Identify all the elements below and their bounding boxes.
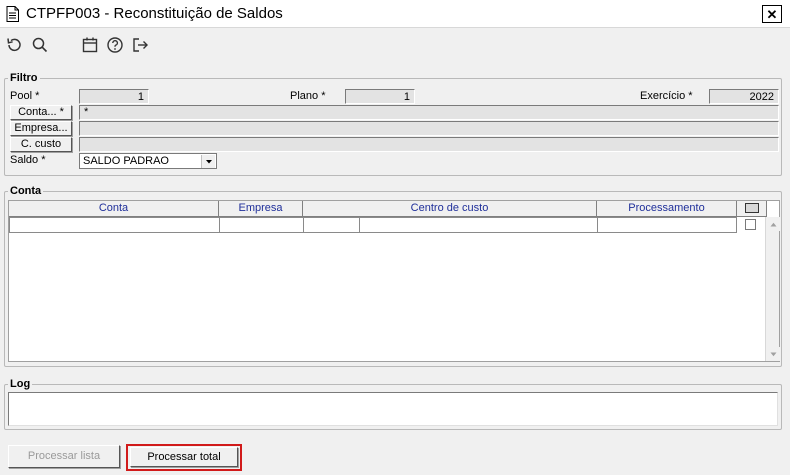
conta-button-label: Conta... * xyxy=(18,106,64,118)
exercicio-label: Exercício * xyxy=(640,90,693,102)
exercicio-field: 2022 xyxy=(709,89,779,104)
empresa-button-label: Empresa... xyxy=(14,122,68,134)
processar-lista-label: Processar lista xyxy=(27,450,101,462)
column-header-centro-custo[interactable]: Centro de custo xyxy=(303,201,597,217)
grid-scrollbar[interactable] xyxy=(765,217,780,361)
cell-empresa[interactable] xyxy=(219,217,304,233)
processar-total-button[interactable]: Processar total xyxy=(130,447,238,467)
pool-field: 1 xyxy=(79,89,149,104)
ccusto-button-label: C. custo xyxy=(20,138,62,150)
log-textarea[interactable] xyxy=(8,392,778,426)
cell-processamento[interactable] xyxy=(597,217,737,233)
toolbar xyxy=(0,29,790,61)
column-header-empresa[interactable]: Empresa xyxy=(219,201,303,217)
undo-icon[interactable] xyxy=(4,35,24,55)
filtro-group-label: Filtro xyxy=(8,72,40,84)
processar-lista-button[interactable]: Processar lista xyxy=(8,445,120,468)
row-checkbox[interactable] xyxy=(745,219,756,230)
help-icon[interactable] xyxy=(105,35,125,55)
cell-conta[interactable] xyxy=(9,217,220,233)
scroll-down-icon[interactable] xyxy=(766,347,780,361)
window-title: CTPFP003 - Reconstituição de Saldos xyxy=(26,5,283,22)
select-all-icon xyxy=(744,203,759,213)
conta-field: * xyxy=(79,105,779,120)
conta-grid[interactable]: Conta Empresa Centro de custo Processame… xyxy=(8,200,780,362)
exit-icon[interactable] xyxy=(130,35,150,55)
ccusto-field xyxy=(79,137,779,152)
cell-centro-custo-descricao[interactable] xyxy=(359,217,598,233)
column-header-conta[interactable]: Conta xyxy=(9,201,219,217)
processar-total-highlight: Processar total xyxy=(126,444,242,471)
conta-button[interactable]: Conta... * xyxy=(10,105,72,120)
saldo-select-value: SALDO PADRAO xyxy=(83,155,169,167)
search-icon[interactable] xyxy=(30,35,50,55)
column-header-select[interactable] xyxy=(737,201,767,217)
processar-total-label: Processar total xyxy=(147,451,221,463)
close-button[interactable]: ✕ xyxy=(762,5,782,23)
plano-field: 1 xyxy=(345,89,415,104)
column-header-processamento[interactable]: Processamento xyxy=(597,201,737,217)
chevron-down-icon[interactable] xyxy=(201,155,215,168)
saldo-label: Saldo * xyxy=(10,154,46,166)
saldo-select[interactable]: SALDO PADRAO xyxy=(79,153,217,169)
calendar-icon[interactable] xyxy=(80,35,100,55)
cell-centro-custo-codigo[interactable] xyxy=(303,217,360,233)
empresa-button[interactable]: Empresa... xyxy=(10,121,72,136)
table-row[interactable] xyxy=(9,217,767,233)
ccusto-button[interactable]: C. custo xyxy=(10,137,72,152)
document-icon xyxy=(6,6,19,22)
title-bar: CTPFP003 - Reconstituição de Saldos ✕ xyxy=(0,0,790,28)
log-group-label: Log xyxy=(8,378,33,390)
pool-label: Pool * xyxy=(10,90,40,102)
conta-group-label: Conta xyxy=(8,185,44,197)
empresa-field xyxy=(79,121,779,136)
plano-label: Plano * xyxy=(290,90,326,102)
close-icon: ✕ xyxy=(766,6,778,22)
scroll-up-icon[interactable] xyxy=(766,217,780,231)
